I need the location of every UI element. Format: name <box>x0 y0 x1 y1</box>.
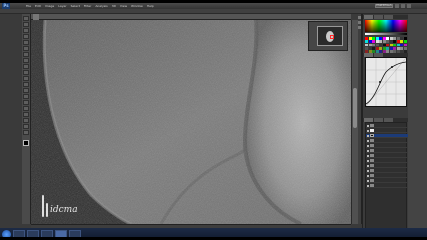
tab-color[interactable] <box>364 15 373 19</box>
layer-row[interactable] <box>366 139 408 143</box>
layer-thumbnail <box>370 139 374 142</box>
right-dock-edge <box>408 14 427 228</box>
visibility-eye-icon[interactable] <box>367 154 369 157</box>
tab-styles[interactable] <box>384 15 393 19</box>
color-spectrum[interactable] <box>365 20 407 32</box>
crop-tool-icon[interactable] <box>23 40 29 45</box>
layer-thumbnail <box>370 149 374 152</box>
foreground-color-swatch[interactable] <box>23 140 29 146</box>
curve-point <box>379 81 381 83</box>
layer-row[interactable] <box>366 124 408 128</box>
visibility-eye-icon[interactable] <box>367 184 369 187</box>
minimize-button[interactable] <box>395 4 399 8</box>
visibility-eye-icon[interactable] <box>367 124 369 127</box>
gradient-tool-icon[interactable] <box>23 82 29 87</box>
type-tool-icon[interactable] <box>23 106 29 111</box>
layer-row[interactable] <box>366 169 408 173</box>
workspace-switcher[interactable]: ESSENTIALS <box>375 4 393 8</box>
layer-row[interactable] <box>366 154 408 158</box>
layer-row[interactable] <box>366 149 408 153</box>
layer-thumbnail <box>370 174 374 177</box>
curves-graph[interactable] <box>365 57 407 107</box>
navigator-view-box[interactable] <box>330 35 334 39</box>
close-button[interactable] <box>407 4 411 8</box>
layer-thumbnail <box>370 134 374 137</box>
layer-row[interactable] <box>366 144 408 148</box>
eraser-tool-icon[interactable] <box>23 76 29 81</box>
move-tool-icon[interactable] <box>23 16 29 21</box>
actions-panel-icon[interactable] <box>358 21 361 24</box>
quick-select-tool-icon[interactable] <box>23 34 29 39</box>
visibility-eye-icon[interactable] <box>367 169 369 172</box>
layer-row[interactable] <box>366 174 408 178</box>
clone-stamp-tool-icon[interactable] <box>23 64 29 69</box>
layer-thumbnail <box>370 144 374 147</box>
layer-thumbnail <box>370 179 374 182</box>
pen-tool-icon[interactable] <box>23 100 29 105</box>
swatches-grid[interactable] <box>365 37 407 53</box>
color-panel-tabs <box>363 15 409 19</box>
visibility-eye-icon[interactable] <box>367 144 369 147</box>
layer-thumbnail <box>370 159 374 162</box>
layers-list <box>365 122 408 237</box>
blur-tool-icon[interactable] <box>23 88 29 93</box>
layer-thumbnail <box>370 184 374 187</box>
layer-thumbnail <box>370 164 374 167</box>
scrollbar-thumb[interactable] <box>353 88 357 128</box>
marquee-tool-icon[interactable] <box>23 22 29 27</box>
path-select-tool-icon[interactable] <box>23 112 29 117</box>
layer-row[interactable] <box>366 159 408 163</box>
layer-row[interactable] <box>366 184 408 188</box>
dodge-tool-icon[interactable] <box>23 94 29 99</box>
visibility-eye-icon[interactable] <box>367 134 369 137</box>
layer-thumbnail <box>370 129 374 132</box>
lasso-tool-icon[interactable] <box>23 28 29 33</box>
healing-brush-tool-icon[interactable] <box>23 52 29 57</box>
tab-swatches[interactable] <box>374 15 383 19</box>
layer-thumbnail <box>370 124 374 127</box>
visibility-eye-icon[interactable] <box>367 174 369 177</box>
canvas-image <box>31 20 351 224</box>
tools-panel <box>22 14 31 224</box>
watermark-mark-2 <box>46 203 48 217</box>
layer-row[interactable] <box>366 164 408 168</box>
layer-thumbnail <box>370 154 374 157</box>
visibility-eye-icon[interactable] <box>367 159 369 162</box>
zoom-tool-icon[interactable] <box>23 130 29 135</box>
navigator-panel[interactable] <box>308 21 348 51</box>
watermark-logo: idcma <box>38 193 78 223</box>
watermark-text: idcma <box>50 205 78 215</box>
photoshop-window: Ps File Edit Image Layer Select Filter A… <box>0 3 427 240</box>
history-brush-tool-icon[interactable] <box>23 70 29 75</box>
window-controls: ESSENTIALS <box>375 4 411 8</box>
brush-tool-icon[interactable] <box>23 58 29 63</box>
history-panel-icon[interactable] <box>358 16 361 19</box>
brushes-panel-icon[interactable] <box>358 26 361 29</box>
visibility-eye-icon[interactable] <box>367 129 369 132</box>
maximize-button[interactable] <box>401 4 405 8</box>
layer-row[interactable] <box>366 179 408 183</box>
vertical-scrollbar[interactable] <box>351 20 358 224</box>
visibility-eye-icon[interactable] <box>367 149 369 152</box>
hand-tool-icon[interactable] <box>23 124 29 129</box>
panel-dock <box>362 14 409 237</box>
document-canvas[interactable] <box>31 20 351 224</box>
curve-point <box>391 66 393 68</box>
layer-thumbnail <box>370 169 374 172</box>
layer-row[interactable] <box>366 134 408 138</box>
watermark-mark <box>42 195 44 217</box>
layer-row[interactable] <box>366 129 408 133</box>
visibility-eye-icon[interactable] <box>367 179 369 182</box>
eyedropper-tool-icon[interactable] <box>23 46 29 51</box>
navigator-thumbnail[interactable] <box>317 26 343 46</box>
curves-chart <box>366 58 406 106</box>
shape-tool-icon[interactable] <box>23 118 29 123</box>
visibility-eye-icon[interactable] <box>367 164 369 167</box>
color-value-slider[interactable] <box>365 33 407 35</box>
visibility-eye-icon[interactable] <box>367 139 369 142</box>
